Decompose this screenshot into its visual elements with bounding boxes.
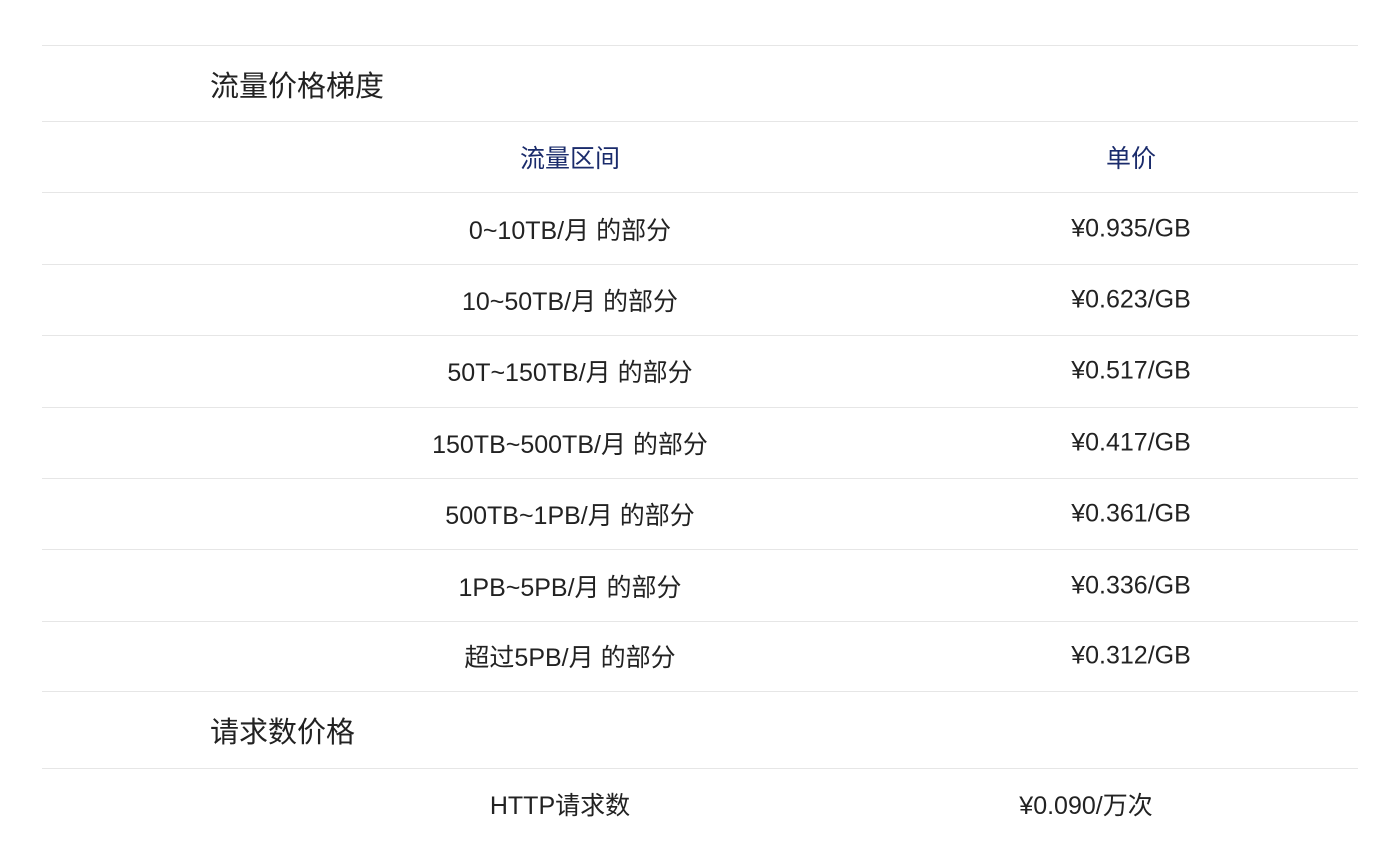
traffic-table-header: 流量区间 单价 [42,121,1358,192]
table-row: 超过5PB/月 的部分 ¥0.312/GB [42,620,1358,693]
row-price: ¥0.417/GB [1071,428,1191,457]
table-row: 500TB~1PB/月 的部分 ¥0.361/GB [42,477,1358,549]
traffic-section-title: 流量价格梯度 [210,70,385,103]
row-range: 500TB~1PB/月 的部分 [445,502,695,531]
header-price: 单价 [1105,145,1157,174]
row-range: 0~10TB/月 的部分 [468,216,672,245]
table-row: 10~50TB/月 的部分 ¥0.623/GB [42,263,1358,335]
row-range: 50T~150TB/月 的部分 [447,359,693,388]
row-range: 150TB~500TB/月 的部分 [432,430,708,459]
header-range: 流量区间 [519,145,621,174]
row-price: ¥0.623/GB [1071,285,1191,314]
request-section-header: 请求数价格 [42,692,1358,768]
pricing-page: 流量价格梯度 流量区间 单价 0~10TB/月 的部分 ¥0.935/GB 10… [42,45,1358,838]
row-range: 1PB~5PB/月 的部分 [458,573,682,602]
table-row: 0~10TB/月 的部分 ¥0.935/GB [42,192,1358,263]
request-price: ¥0.090/万次 [1019,791,1153,820]
table-row: HTTP请求数 ¥0.090/万次 [42,768,1358,838]
table-row: 50T~150TB/月 的部分 ¥0.517/GB [42,335,1358,406]
row-price: ¥0.312/GB [1071,641,1191,670]
row-price: ¥0.336/GB [1071,571,1191,600]
row-range: 超过5PB/月 的部分 [464,644,676,673]
traffic-section-header: 流量价格梯度 [42,45,1358,121]
table-row: 1PB~5PB/月 的部分 ¥0.336/GB [42,549,1358,620]
table-row: 150TB~500TB/月 的部分 ¥0.417/GB [42,406,1358,478]
request-section-title: 请求数价格 [210,717,356,750]
row-range: 10~50TB/月 的部分 [461,287,679,316]
request-item: HTTP请求数 [489,791,631,820]
row-price: ¥0.935/GB [1071,214,1191,243]
row-price: ¥0.517/GB [1071,356,1191,385]
row-price: ¥0.361/GB [1071,499,1191,528]
